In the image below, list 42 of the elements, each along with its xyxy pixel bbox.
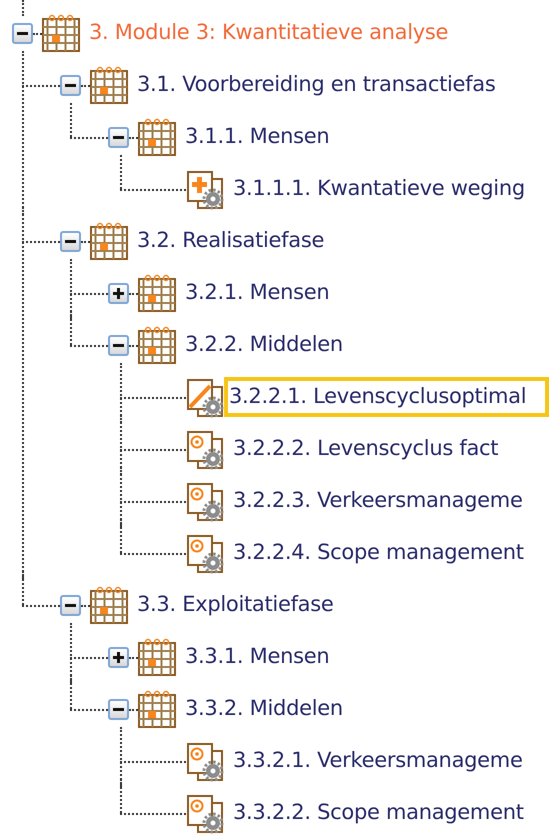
tree-item-label[interactable]: 3.2.2.3. Verkeersmanageme <box>227 481 549 521</box>
document-target-gear-icon <box>186 430 226 470</box>
tree-item-label[interactable]: 3.2.2.4. Scope management <box>227 533 549 573</box>
expand-toggle[interactable] <box>108 283 129 304</box>
tree-item-label[interactable]: 3.3.2.1. Verkeersmanageme <box>227 741 549 781</box>
document-target-gear-icon <box>186 482 226 522</box>
tree-item-label[interactable]: 3.3.1. Mensen <box>179 637 549 677</box>
document-target-gear-icon <box>186 742 226 782</box>
collapse-toggle[interactable] <box>12 23 33 44</box>
tree-item-label[interactable]: 3.2. Realisatiefase <box>131 221 549 261</box>
tree-item-label[interactable]: 3.2.2.1. Levenscyclusoptimal <box>224 377 549 417</box>
calendar-icon <box>90 66 128 104</box>
tree-item-label[interactable]: 3.3.2.2. Scope management <box>227 793 549 833</box>
tree-item-label[interactable]: 3.3. Exploitatiefase <box>131 585 549 625</box>
calendar-icon <box>138 690 176 728</box>
plus-icon <box>113 652 124 663</box>
collapse-toggle[interactable] <box>60 231 81 252</box>
collapse-toggle[interactable] <box>108 335 129 356</box>
collapse-toggle[interactable] <box>60 595 81 616</box>
plus-icon <box>113 288 124 299</box>
calendar-icon <box>138 274 176 312</box>
tree-item-label[interactable]: 3.2.1. Mensen <box>179 273 549 313</box>
document-plus-gear-icon <box>186 170 226 210</box>
tree-item-label[interactable]: 3.1.1.1. Kwantatieve weging <box>227 169 549 209</box>
document-target-gear-icon <box>186 534 226 574</box>
calendar-icon <box>138 326 176 364</box>
document-pencil-gear-icon <box>186 378 226 418</box>
tree-item-label[interactable]: 3.1. Voorbereiding en transactiefas <box>131 65 549 105</box>
calendar-icon <box>90 222 128 260</box>
calendar-icon <box>138 118 176 156</box>
tree-item-label[interactable]: 3.3.2. Middelen <box>179 689 549 729</box>
collapse-toggle[interactable] <box>108 127 129 148</box>
calendar-icon <box>138 638 176 676</box>
expand-toggle[interactable] <box>108 647 129 668</box>
tree-item-label[interactable]: 3.2.2.2. Levenscyclus fact <box>227 429 549 469</box>
collapse-toggle[interactable] <box>108 699 129 720</box>
document-target-gear-icon <box>186 794 226 834</box>
tree-item-label[interactable]: 3.2.2. Middelen <box>179 325 549 365</box>
calendar-icon <box>90 586 128 624</box>
tree-item-label[interactable]: 3.1.1. Mensen <box>179 117 549 157</box>
collapse-toggle[interactable] <box>60 75 81 96</box>
calendar-icon <box>42 14 80 52</box>
